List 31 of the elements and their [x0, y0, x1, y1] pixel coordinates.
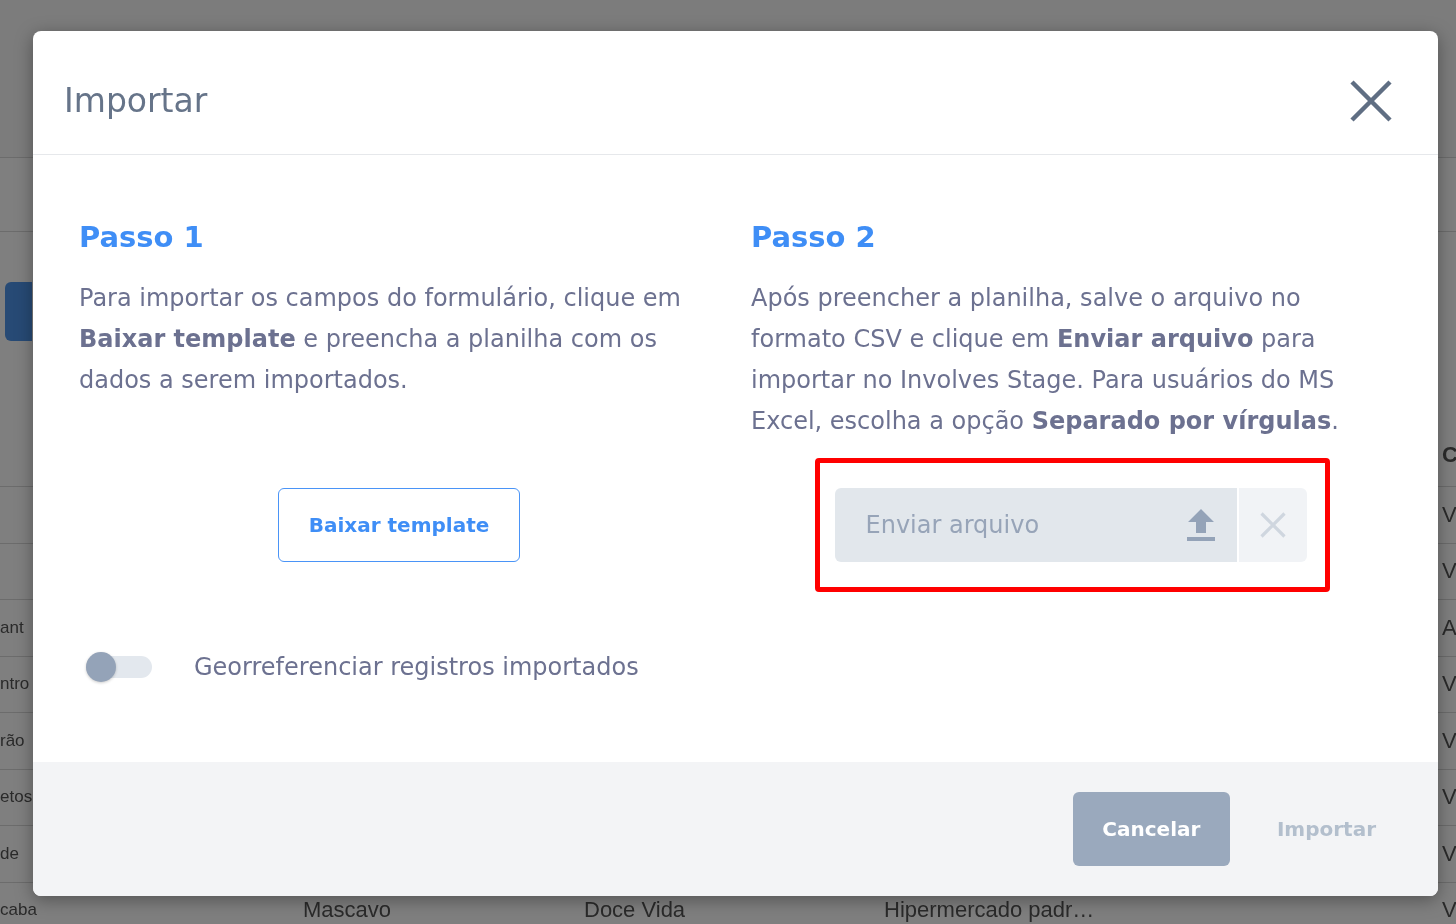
download-template-button[interactable]: Baixar template — [278, 488, 520, 562]
toggle-label: Georreferenciar registros importados — [194, 653, 639, 681]
table-cell: V — [1442, 897, 1456, 924]
table-cell: V — [1442, 784, 1456, 811]
close-icon — [1259, 512, 1286, 538]
table-cell: V — [1442, 727, 1456, 754]
table-cell: Doce Vida — [584, 897, 686, 924]
step-instructions: Após preencher a planilha, salve o arquivo no formato CSV e clique em Enviar arquivo para importar no Involves Stage. Para usuários do MS Excel, escolha a opção Separado por vírgulas. — [751, 283, 1340, 437]
table-cell: caba — [0, 900, 37, 921]
table-cell: V — [1442, 840, 1456, 867]
dialog-title: Importar — [64, 81, 208, 120]
file-upload-field[interactable]: Enviar arquivo — [834, 488, 1237, 562]
close-button[interactable] — [1350, 79, 1392, 122]
table-cell: ant — [0, 617, 24, 638]
toggle-switch[interactable] — [86, 652, 152, 682]
table-cell: A — [1442, 614, 1456, 641]
close-icon — [1350, 79, 1392, 122]
table-cell: ntro — [0, 674, 30, 695]
table-cell: rão — [0, 730, 25, 751]
step-instructions: Para importar os campos do formulário, clique em Baixar template e preencha a planilha com os dados a serem importados. — [79, 283, 682, 396]
table-cell: V — [1442, 558, 1456, 585]
step-title: Passo 2 — [751, 219, 877, 256]
step-title: Passo 1 — [79, 219, 205, 256]
table-cell: de — [0, 843, 19, 864]
cancel-button[interactable]: Cancelar — [1072, 792, 1230, 866]
table-cell: V — [1442, 671, 1456, 698]
table-cell: V — [1442, 501, 1456, 528]
table-cell: etos — [0, 787, 33, 808]
table-cell: Hipermercado padr… — [884, 897, 1095, 924]
upload-icon — [1186, 509, 1215, 541]
table-cell: Mascavo — [303, 897, 392, 924]
